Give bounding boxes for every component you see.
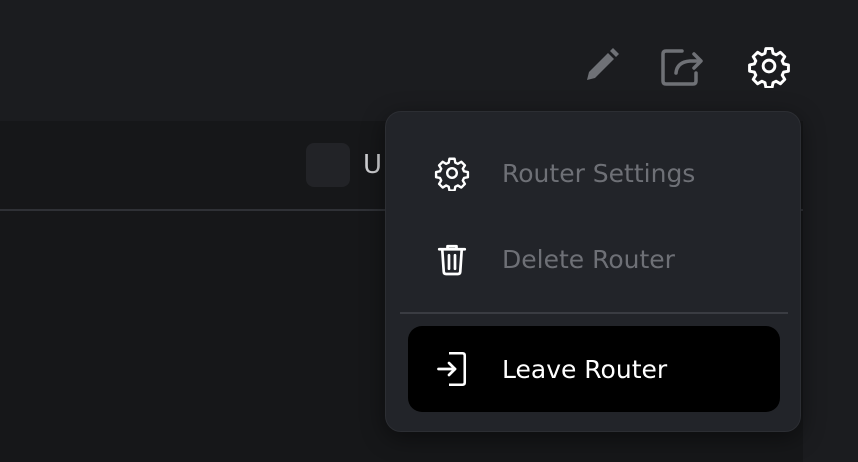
menu-divider: [400, 312, 788, 314]
member-name: U: [363, 150, 383, 180]
gear-icon: [434, 155, 470, 191]
pencil-icon: [587, 48, 619, 80]
edit-button[interactable]: [578, 43, 624, 89]
menu-item-leave-router[interactable]: Leave Router: [408, 326, 780, 412]
router-options-menu: Router Settings Delete Router Leave Rout…: [385, 111, 801, 432]
menu-item-label: Router Settings: [502, 158, 696, 188]
share-icon: [661, 49, 703, 86]
menu-item-router-settings[interactable]: Router Settings: [408, 130, 780, 216]
settings-button[interactable]: [746, 43, 792, 89]
gear-icon: [748, 47, 790, 88]
avatar: [306, 143, 350, 187]
menu-item-delete-router[interactable]: Delete Router: [408, 216, 780, 302]
app-page: U Router Settings Delete Router Leave Ro…: [0, 0, 858, 462]
menu-item-label: Delete Router: [502, 244, 675, 274]
trash-icon: [434, 241, 470, 277]
menu-item-label: Leave Router: [502, 354, 668, 384]
exit-icon: [434, 351, 470, 387]
share-button[interactable]: [660, 43, 706, 89]
